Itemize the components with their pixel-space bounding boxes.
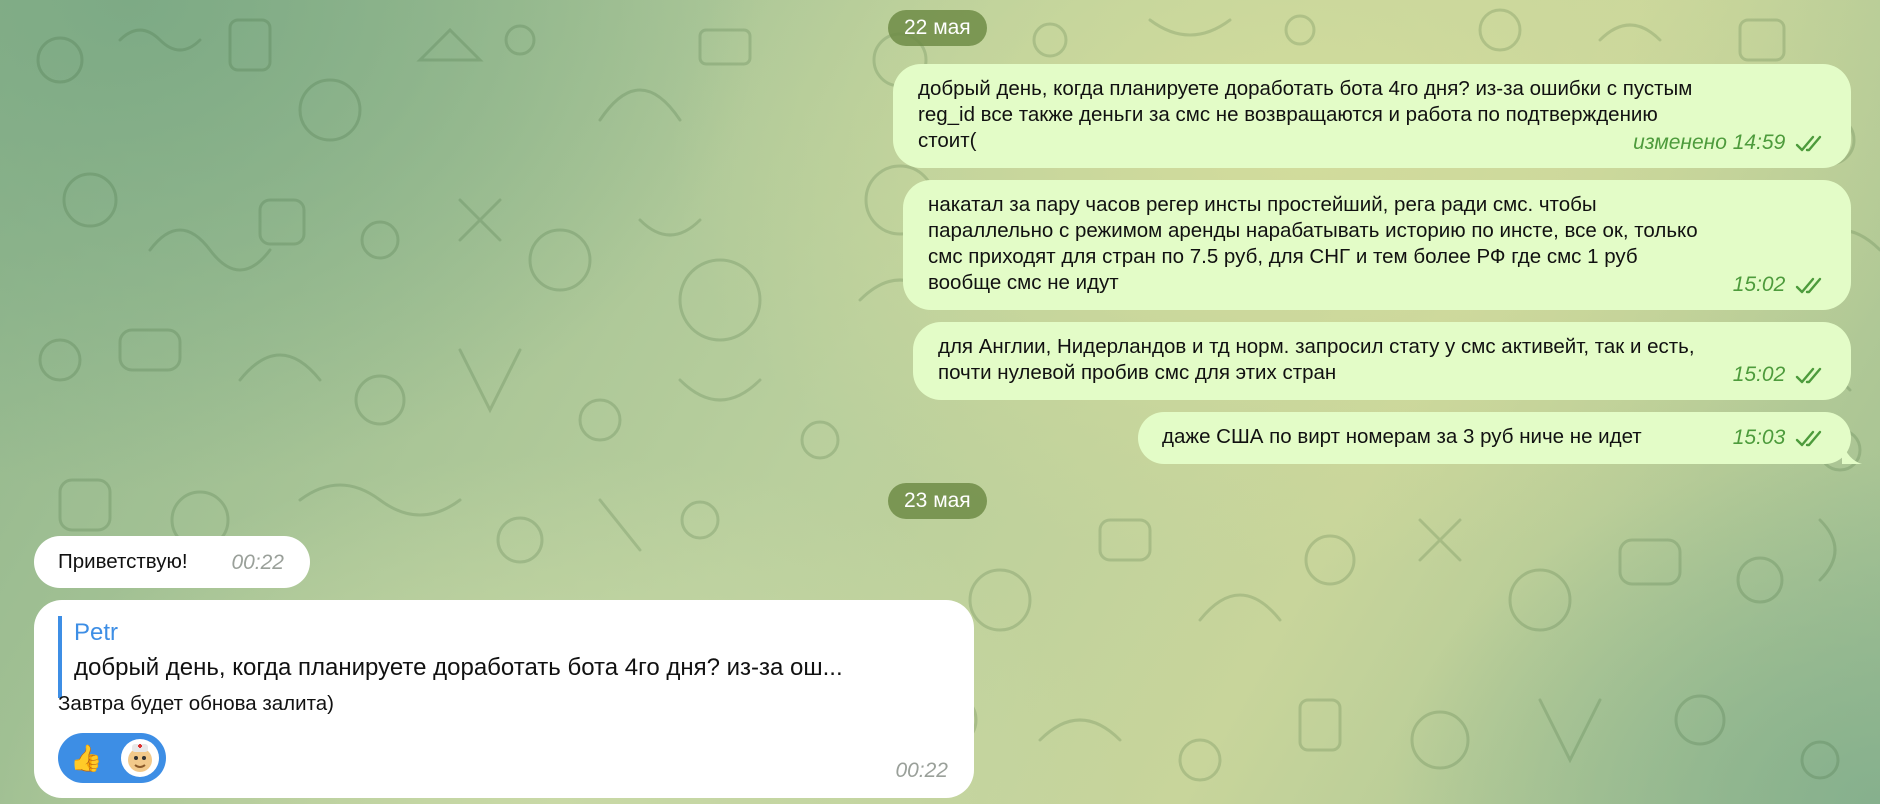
message-text-line: добрый день, когда планируете доработать… — [918, 77, 1693, 100]
double-check-icon — [1795, 277, 1822, 293]
message-text-line: для Англии, Нидерландов и тд норм. запро… — [938, 335, 1695, 358]
message-text-line: параллельно с режимом аренды нарабатыват… — [928, 219, 1698, 242]
message-time: 00:22 — [895, 759, 948, 782]
message-text-line: reg_id все также деньги за смс не возвра… — [918, 103, 1658, 126]
reaction-pill[interactable]: 👍 — [58, 733, 166, 783]
thumbs-up-icon: 👍 — [70, 743, 103, 773]
message-text-line: даже США по вирт номерам за 3 руб ниче н… — [1162, 425, 1642, 448]
message-time: 15:02 — [1732, 273, 1786, 296]
message-time: изменено 14:59 — [1633, 131, 1786, 154]
outgoing-message[interactable]: добрый день, когда планируете доработать… — [893, 64, 1851, 168]
reply-author: Petr — [74, 619, 119, 646]
date-separator: 22 мая — [888, 10, 987, 46]
outgoing-message[interactable]: для Англии, Нидерландов и тд норм. запро… — [913, 322, 1851, 400]
double-check-icon — [1795, 367, 1822, 383]
message-text-line: вообще смс не идут — [928, 271, 1119, 294]
incoming-message[interactable]: Приветствую! 00:22 — [34, 536, 310, 588]
message-meta: изменено 14:59 — [1633, 130, 1825, 156]
incoming-message[interactable]: Petr добрый день, когда планируете дораб… — [34, 600, 974, 798]
message-text-line: почти нулевой пробив смс для этих стран — [938, 361, 1337, 384]
message-text: Завтра будет обнова залита) — [58, 692, 334, 715]
reply-snippet: добрый день, когда планируете доработать… — [74, 654, 843, 681]
message-text-line: накатал за пару часов регер инсты просте… — [928, 193, 1597, 216]
reply-quote[interactable]: Petr добрый день, когда планируете дораб… — [58, 616, 954, 698]
double-check-icon — [1795, 430, 1822, 446]
outgoing-message[interactable]: накатал за пару часов регер инсты просте… — [903, 180, 1851, 310]
double-check-icon — [1795, 135, 1822, 151]
message-time: 15:02 — [1732, 363, 1786, 386]
message-time: 15:03 — [1732, 426, 1786, 449]
outgoing-message[interactable]: даже США по вирт номерам за 3 руб ниче н… — [1138, 412, 1851, 464]
date-separator: 23 мая — [888, 483, 987, 519]
message-time: 00:22 — [231, 551, 284, 574]
message-meta: 15:02 — [1733, 362, 1825, 388]
message-text-line: смс приходят для стран по 7.5 руб, для С… — [928, 245, 1638, 268]
bubble-tail — [1842, 442, 1862, 464]
sticker-avatar-icon — [121, 739, 159, 777]
message-meta: 15:02 — [1733, 272, 1825, 298]
message-text: Приветствую! — [58, 550, 188, 573]
message-meta: 15:03 — [1733, 425, 1825, 451]
